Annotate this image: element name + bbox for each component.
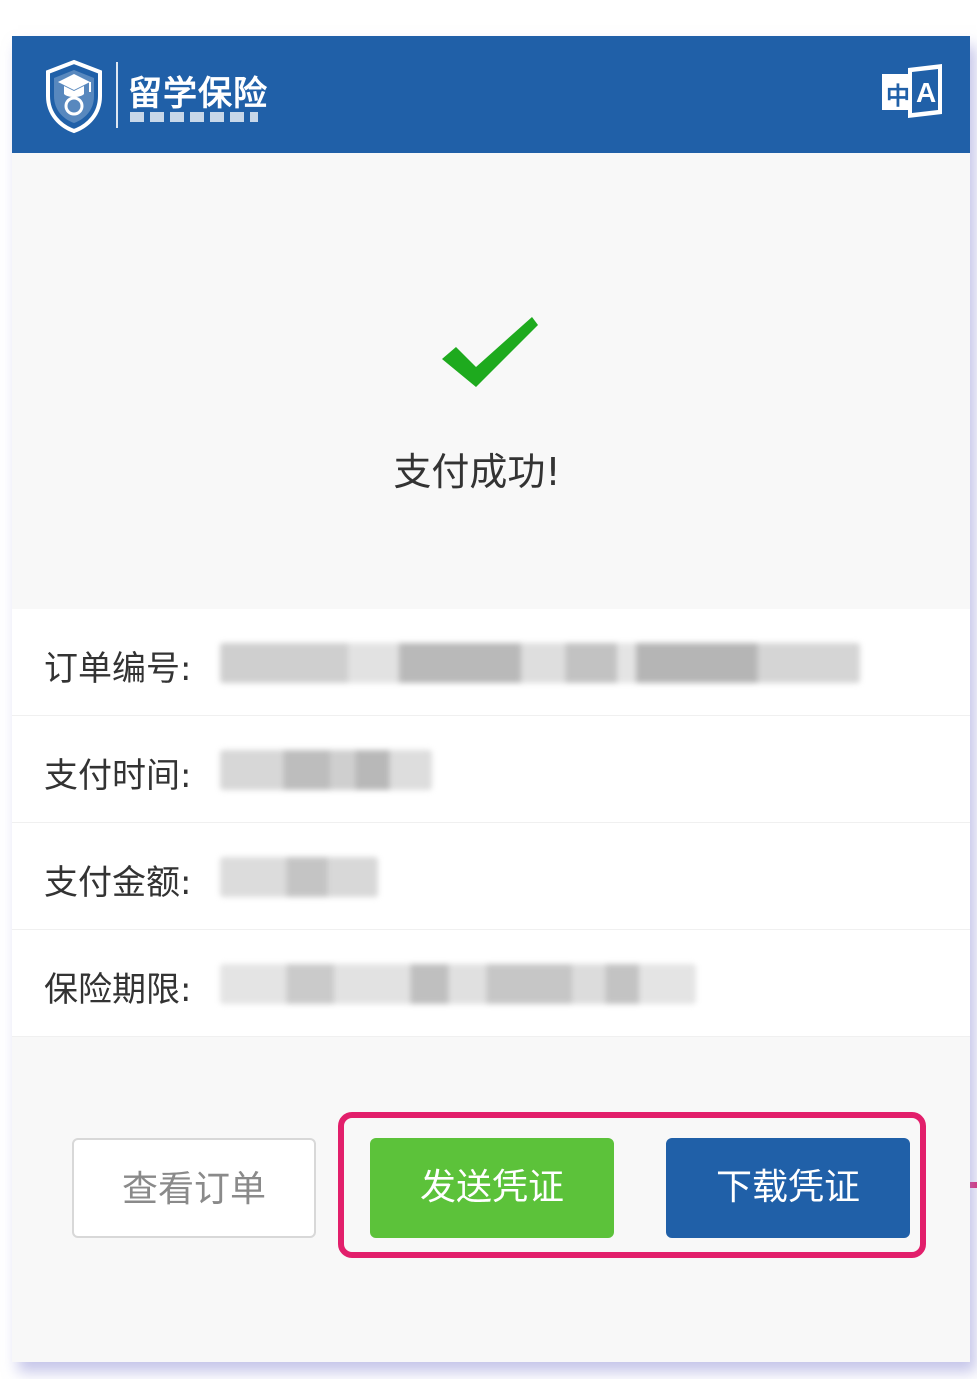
payment-time-value-redacted (220, 750, 432, 790)
payment-time-label: 支付时间: (44, 756, 192, 796)
order-number-value-redacted (220, 643, 860, 683)
brand-subtitle-decoration (130, 112, 258, 122)
insurance-period-row: 保险期限: (12, 930, 970, 1037)
order-number-label: 订单编号: (44, 649, 192, 689)
payment-amount-value-redacted (220, 857, 378, 897)
translate-icon: 中 A (882, 64, 942, 118)
payment-amount-label: 支付金额: (44, 863, 192, 903)
payment-time-row: 支付时间: (12, 716, 970, 823)
top-bar: 留学保险 中 A (12, 36, 970, 153)
view-order-button[interactable]: 查看订单 (72, 1138, 316, 1238)
logo-divider (116, 62, 118, 128)
payment-success-message: 支付成功! (393, 450, 561, 494)
order-info-list: 订单编号: 支付时间: 支付金额: 保险期限: (12, 609, 970, 1037)
svg-text:A: A (916, 77, 936, 108)
order-number-row: 订单编号: (12, 609, 970, 716)
checkmark-icon (442, 317, 538, 387)
shield-logo-icon (42, 58, 106, 134)
language-switch-button[interactable]: 中 A (880, 60, 946, 126)
insurance-period-label: 保险期限: (44, 970, 192, 1010)
payment-amount-row: 支付金额: (12, 823, 970, 930)
brand-title: 留学保险 (128, 74, 268, 114)
svg-text:中: 中 (886, 83, 910, 110)
status-section: 支付成功! (12, 153, 970, 609)
insurance-period-value-redacted (220, 964, 696, 1004)
highlight-annotation-box (338, 1112, 926, 1258)
